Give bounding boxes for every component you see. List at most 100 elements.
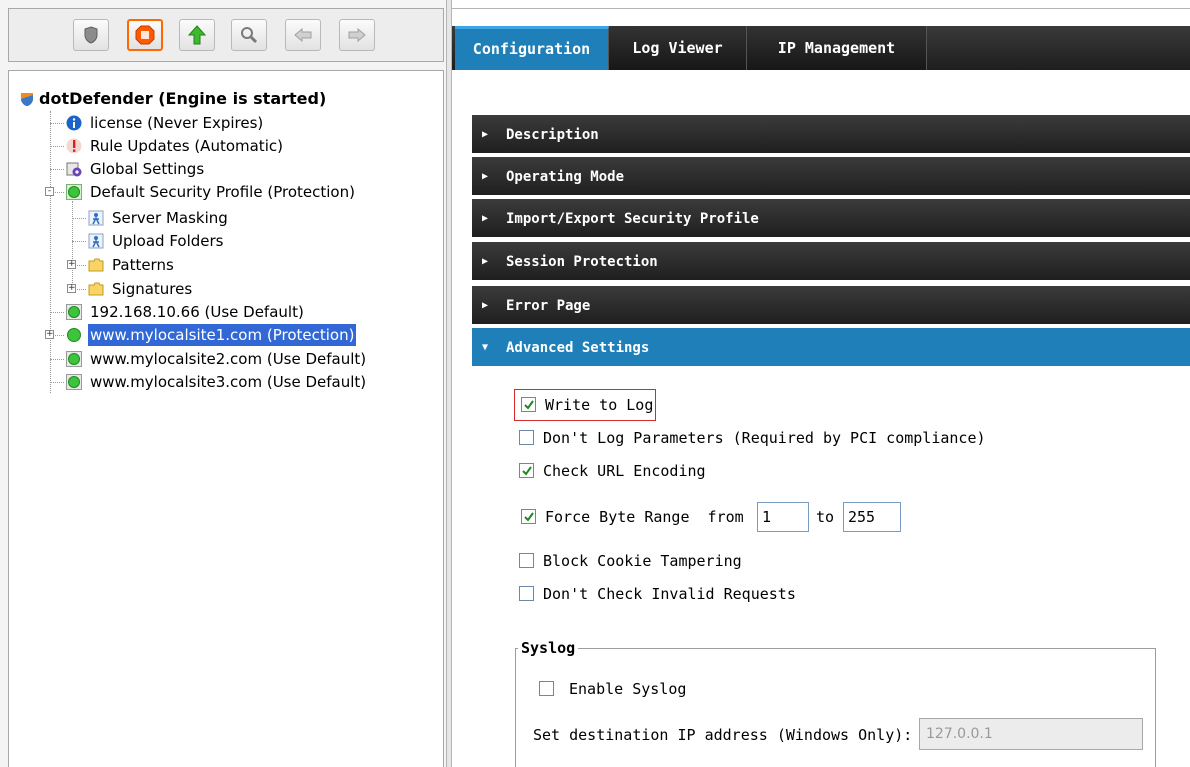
section-error-page[interactable]: ▶ Error Page bbox=[472, 286, 1190, 326]
section-import-export[interactable]: ▶ Import/Export Security Profile bbox=[472, 199, 1190, 239]
tree-connector bbox=[72, 241, 86, 242]
checkmark-icon bbox=[522, 466, 532, 476]
section-title: Session Protection bbox=[506, 254, 658, 270]
enable-syslog-checkbox[interactable] bbox=[539, 681, 554, 696]
check-url-encoding-checkbox[interactable] bbox=[519, 463, 534, 478]
tree-item-label: Rule Updates (Automatic) bbox=[90, 137, 283, 155]
green-status-icon bbox=[66, 184, 82, 200]
syslog-legend: Syslog bbox=[518, 638, 579, 658]
collapsed-arrow-icon: ▶ bbox=[482, 129, 489, 140]
tree-item-label: license (Never Expires) bbox=[90, 114, 264, 132]
tree-item-label: www.mylocalsite1.com (Protection) bbox=[88, 324, 357, 346]
tree-connector bbox=[50, 312, 64, 313]
option-label: Check URL Encoding bbox=[543, 462, 706, 480]
write-to-log-checkbox[interactable] bbox=[521, 397, 536, 412]
syslog-destination-label: Set destination IP address (Windows Only… bbox=[533, 726, 913, 744]
tab-ip-management[interactable]: IP Management bbox=[747, 26, 927, 70]
info-icon bbox=[66, 115, 82, 131]
tab-log-viewer[interactable]: Log Viewer bbox=[609, 26, 747, 70]
section-session-protection[interactable]: ▶ Session Protection bbox=[472, 242, 1190, 282]
folder-icon bbox=[88, 282, 104, 296]
shield-icon bbox=[84, 26, 98, 44]
tree-connector bbox=[50, 359, 64, 360]
settings-icon bbox=[66, 162, 82, 177]
tree-item-label: Signatures bbox=[112, 280, 193, 298]
expanded-arrow-icon: ▼ bbox=[482, 342, 489, 353]
checkmark-icon bbox=[524, 512, 534, 522]
tab-configuration[interactable]: Configuration bbox=[455, 26, 609, 70]
expand-toggle[interactable]: + bbox=[67, 284, 76, 293]
tree-item-label: www.mylocalsite3.com (Use Default) bbox=[90, 373, 367, 391]
tree-root-label: dotDefender (Engine is started) bbox=[39, 89, 327, 108]
collapsed-arrow-icon: ▶ bbox=[482, 300, 489, 311]
tree-connector bbox=[50, 111, 51, 393]
section-title: Advanced Settings bbox=[506, 340, 650, 356]
tree-view: dotDefender (Engine is started) license … bbox=[8, 70, 444, 767]
tree-connector bbox=[50, 382, 64, 383]
masking-icon bbox=[88, 210, 104, 226]
back-button[interactable] bbox=[285, 19, 321, 51]
section-title: Operating Mode bbox=[506, 169, 625, 185]
option-label: Enable Syslog bbox=[569, 680, 687, 698]
dont-log-parameters-checkbox[interactable] bbox=[519, 430, 534, 445]
collapsed-arrow-icon: ▶ bbox=[482, 256, 489, 267]
tree-item-label: Default Security Profile (Protection) bbox=[90, 183, 355, 201]
folder-icon bbox=[88, 258, 104, 272]
section-title: Description bbox=[506, 127, 599, 143]
folder-upload-icon bbox=[88, 233, 104, 249]
stop-button[interactable] bbox=[127, 19, 163, 51]
to-label: to bbox=[816, 508, 835, 526]
collapse-toggle[interactable]: - bbox=[45, 187, 54, 196]
option-label: Block Cookie Tampering bbox=[543, 552, 742, 570]
tree-item-label: Global Settings bbox=[90, 160, 205, 178]
stop-icon bbox=[135, 25, 155, 45]
magnifier-icon bbox=[241, 27, 258, 44]
up-arrow-icon bbox=[188, 25, 206, 45]
warning-icon bbox=[66, 138, 82, 154]
section-description[interactable]: ▶ Description bbox=[472, 115, 1190, 155]
dont-check-invalid-checkbox[interactable] bbox=[519, 586, 534, 601]
syslog-ip-input[interactable]: 127.0.0.1 bbox=[919, 718, 1143, 750]
tree-item-label: Patterns bbox=[112, 256, 174, 274]
section-operating-mode[interactable]: ▶ Operating Mode bbox=[472, 157, 1190, 197]
tab-bar: Configuration Log Viewer IP Management bbox=[452, 26, 1190, 70]
option-label: Write to Log bbox=[545, 396, 654, 414]
shield-button[interactable] bbox=[73, 19, 109, 51]
byte-range-from-input[interactable]: 1 bbox=[757, 502, 809, 532]
tree-connector bbox=[50, 169, 64, 170]
tree-connector bbox=[50, 123, 64, 124]
site-default-icon bbox=[66, 351, 82, 367]
option-label: Don't Log Parameters (Required by PCI co… bbox=[543, 429, 986, 447]
section-advanced-settings[interactable]: ▼ Advanced Settings bbox=[472, 328, 1190, 368]
tree-connector bbox=[72, 201, 73, 291]
option-label: Force Byte Range from bbox=[545, 508, 744, 526]
section-title: Import/Export Security Profile bbox=[506, 211, 759, 227]
site-default-icon bbox=[66, 374, 82, 390]
collapsed-arrow-icon: ▶ bbox=[482, 171, 489, 182]
tree-connector bbox=[50, 146, 64, 147]
top-border bbox=[452, 8, 1190, 9]
navigation-pane: dotDefender (Engine is started) license … bbox=[0, 0, 446, 767]
forward-button[interactable] bbox=[339, 19, 375, 51]
section-title: Error Page bbox=[506, 298, 591, 314]
checkmark-icon bbox=[524, 400, 534, 410]
tree-item-label: Server Masking bbox=[112, 209, 228, 227]
site-default-icon bbox=[66, 304, 82, 320]
option-label: Don't Check Invalid Requests bbox=[543, 585, 796, 603]
dotdefender-logo-icon bbox=[21, 93, 33, 106]
collapsed-arrow-icon: ▶ bbox=[482, 213, 489, 224]
update-button[interactable] bbox=[179, 19, 215, 51]
block-cookie-tampering-checkbox[interactable] bbox=[519, 553, 534, 568]
tree-connector bbox=[72, 218, 86, 219]
tree-item-label: Upload Folders bbox=[112, 232, 224, 250]
search-button[interactable] bbox=[231, 19, 267, 51]
tree-item-label: 192.168.10.66 (Use Default) bbox=[90, 303, 304, 321]
tree-item-label: www.mylocalsite2.com (Use Default) bbox=[90, 350, 367, 368]
expand-toggle[interactable]: + bbox=[67, 260, 76, 269]
back-arrow-icon bbox=[294, 28, 312, 42]
green-status-icon bbox=[67, 328, 81, 342]
force-byte-range-checkbox[interactable] bbox=[521, 509, 536, 524]
expand-toggle[interactable]: + bbox=[45, 330, 54, 339]
forward-arrow-icon bbox=[348, 28, 366, 42]
byte-range-to-input[interactable]: 255 bbox=[843, 502, 901, 532]
